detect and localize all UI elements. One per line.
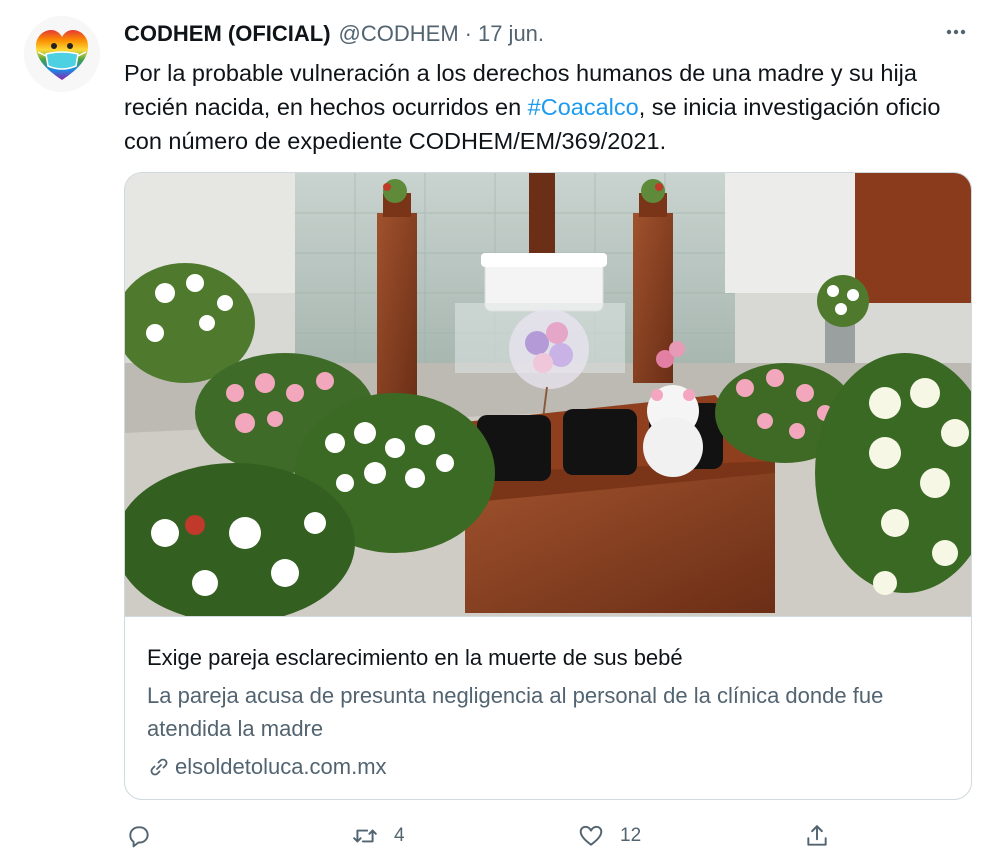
more-button[interactable] xyxy=(940,18,972,46)
tweet-header: CODHEM (OFICIAL) @CODHEM · 17 jun. xyxy=(124,18,544,50)
hashtag-link[interactable]: #Coacalco xyxy=(528,94,639,120)
tweet-date[interactable]: 17 jun. xyxy=(478,19,544,49)
retweet-button[interactable]: 4 xyxy=(352,816,405,856)
card-domain-text: elsoldetoluca.com.mx xyxy=(175,754,387,779)
retweet-icon xyxy=(353,829,377,843)
card-image xyxy=(125,173,971,617)
reply-icon xyxy=(129,826,149,848)
like-count: 12 xyxy=(620,825,642,846)
avatar-rainbow-heart-image xyxy=(24,16,100,92)
share-button[interactable] xyxy=(804,816,830,856)
author-name[interactable]: CODHEM (OFICIAL) xyxy=(124,19,331,49)
link-icon xyxy=(150,758,168,776)
tweet: CODHEM (OFICIAL) @CODHEM · 17 jun. Por l… xyxy=(0,0,1000,868)
avatar[interactable] xyxy=(24,16,100,92)
share-icon xyxy=(807,825,827,846)
card-domain: elsoldetoluca.com.mx xyxy=(147,751,387,783)
card-photo-funeral-flowers xyxy=(125,173,971,616)
retweet-count: 4 xyxy=(394,825,405,846)
more-icon xyxy=(946,29,966,35)
card-description: La pareja acusa de presunta negligencia … xyxy=(147,683,884,741)
reply-button[interactable] xyxy=(126,816,168,856)
action-bar: 4 12 xyxy=(124,816,844,856)
like-button[interactable]: 12 xyxy=(578,816,641,856)
separator-dot: · xyxy=(464,21,472,46)
link-card[interactable]: Exige pareja esclarecimiento en la muert… xyxy=(124,172,972,800)
author-handle[interactable]: @CODHEM xyxy=(339,19,459,49)
like-icon xyxy=(579,825,603,846)
tweet-text: Por la probable vulneración a los derech… xyxy=(124,56,974,158)
card-title: Exige pareja esclarecimiento en la muert… xyxy=(147,645,683,670)
